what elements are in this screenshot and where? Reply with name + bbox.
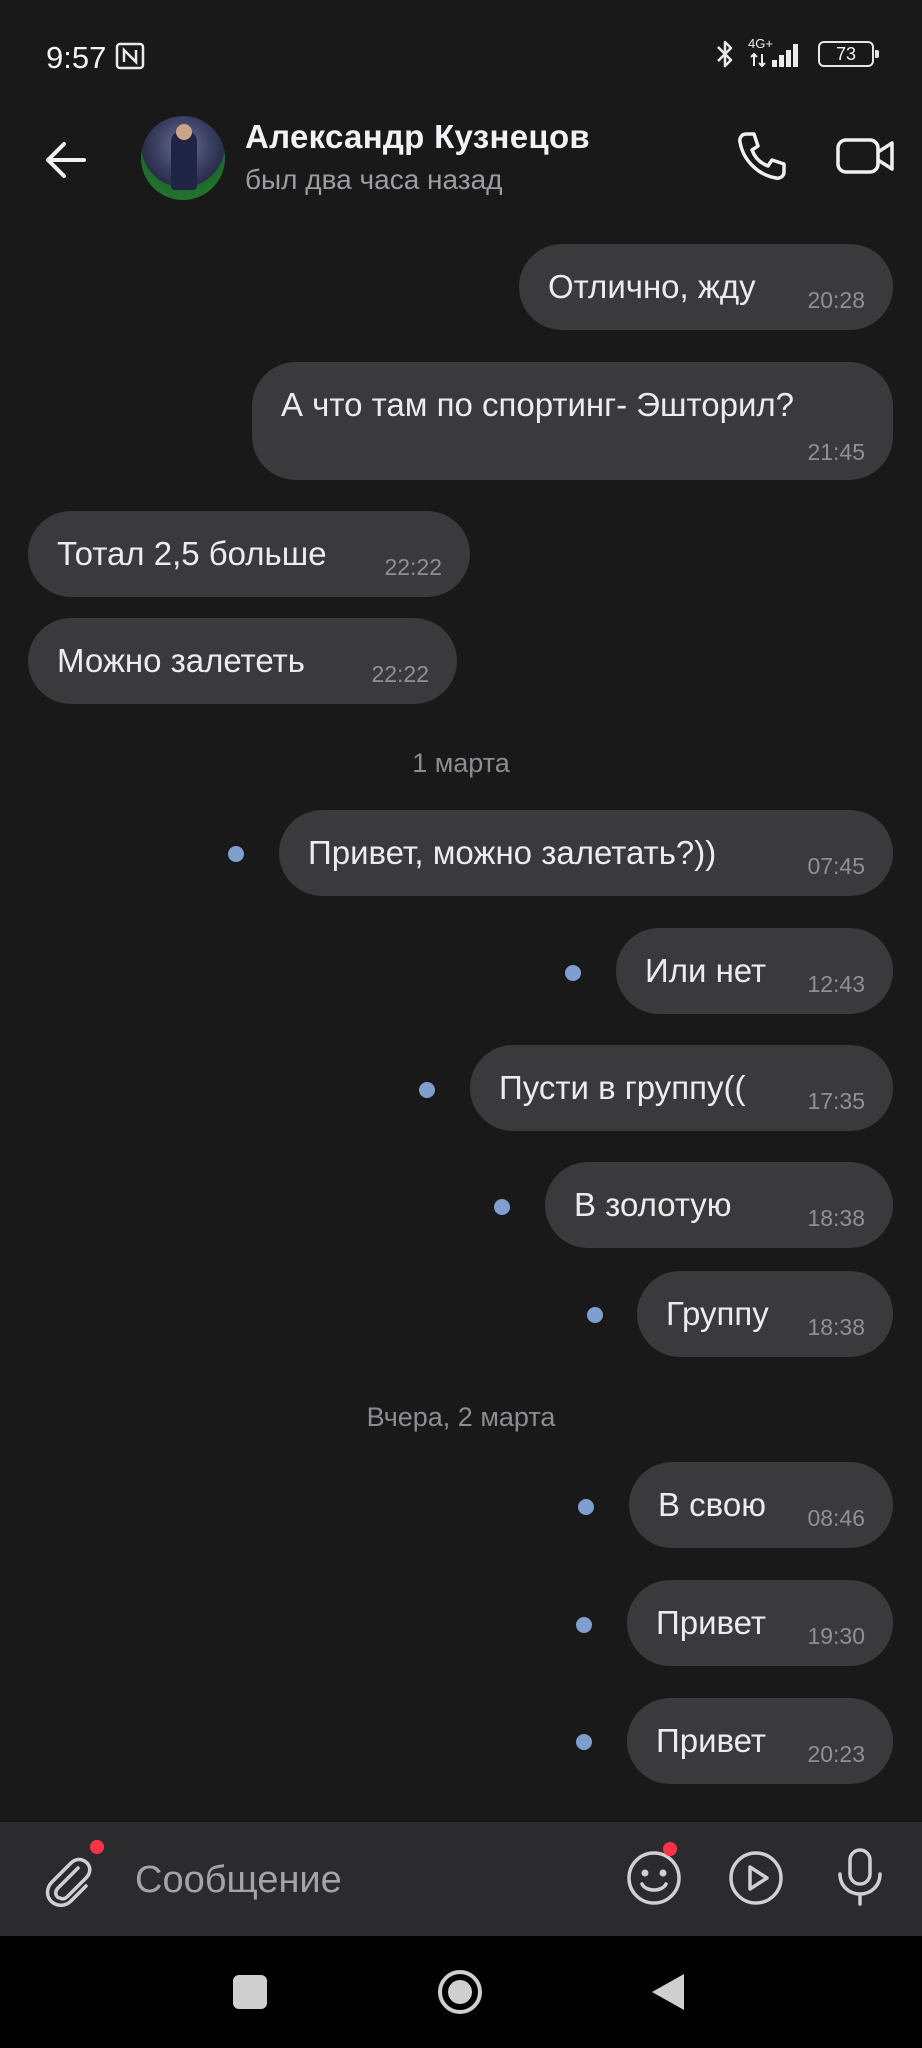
paperclip-icon[interactable]	[38, 1850, 100, 1912]
message-bubble[interactable]: В золотую 18:38	[545, 1162, 893, 1248]
message-text: Можно залететь	[57, 642, 305, 679]
message-bubble[interactable]: А что там по спортинг- Эшторил? 21:45	[252, 362, 893, 480]
contact-name[interactable]: Александр Кузнецов	[245, 118, 590, 156]
attach-badge	[90, 1840, 104, 1854]
message-text: А что там по спортинг- Эшторил?	[281, 386, 794, 423]
contact-last-seen: был два часа назад	[245, 164, 503, 195]
message-time: 17:35	[807, 1088, 865, 1114]
message-text: Группу	[666, 1295, 769, 1332]
play-icon[interactable]	[726, 1848, 786, 1908]
nav-home-icon[interactable]	[436, 1968, 484, 2016]
message-time: 12:43	[807, 971, 865, 997]
message-text: Отлично, жду	[548, 268, 756, 305]
message-time: 18:38	[807, 1205, 865, 1231]
message-text: Привет	[656, 1604, 767, 1641]
message-time: 22:22	[371, 661, 429, 687]
nav-recents-icon[interactable]	[232, 1974, 268, 2010]
bluetooth-icon	[717, 40, 733, 68]
message-bubble[interactable]: Можно залететь 22:22	[28, 618, 457, 704]
message-text: Привет	[656, 1722, 767, 1759]
unread-indicator	[587, 1307, 603, 1323]
nfc-icon	[115, 42, 145, 70]
date-separator: Вчера, 2 марта	[366, 1402, 556, 1432]
phone-icon[interactable]	[732, 126, 792, 186]
message-text: В свою	[658, 1486, 766, 1523]
avatar[interactable]	[141, 116, 225, 200]
date-separator: 1 марта	[412, 748, 510, 778]
battery-icon: 73	[818, 41, 879, 67]
unread-indicator	[565, 965, 581, 981]
emoji-icon[interactable]	[624, 1848, 684, 1908]
nav-back-icon[interactable]	[650, 1972, 686, 2012]
message-bubble[interactable]: Привет 19:30	[627, 1580, 893, 1666]
message-time: 18:38	[807, 1314, 865, 1340]
status-time: 9:57	[46, 40, 107, 75]
message-time: 20:28	[807, 287, 865, 313]
message-input[interactable]	[135, 1852, 605, 1908]
message-bubble[interactable]: Отлично, жду 20:28	[519, 244, 893, 330]
message-time: 07:45	[807, 853, 865, 879]
signal-icon: 4G+	[748, 36, 806, 70]
message-list[interactable]: Отлично, жду 20:28 А что там по спортинг…	[0, 228, 922, 1822]
message-time: 20:23	[807, 1741, 865, 1767]
message-time: 19:30	[807, 1623, 865, 1649]
message-time: 21:45	[807, 439, 865, 465]
battery-level: 73	[835, 43, 857, 64]
system-nav-bar	[0, 1936, 922, 2048]
message-bubble[interactable]: Привет 20:23	[627, 1698, 893, 1784]
message-composer	[0, 1822, 922, 1936]
message-text: Или нет	[645, 952, 767, 989]
back-arrow-icon[interactable]	[38, 132, 94, 188]
message-text: Тотал 2,5 больше	[57, 535, 327, 572]
message-bubble[interactable]: В свою 08:46	[629, 1462, 893, 1548]
unread-indicator	[578, 1499, 594, 1515]
unread-indicator	[576, 1734, 592, 1750]
microphone-icon[interactable]	[832, 1846, 888, 1908]
message-bubble[interactable]: Тотал 2,5 больше 22:22	[28, 511, 470, 597]
chat-header: Александр Кузнецов был два часа назад	[0, 110, 922, 228]
unread-indicator	[494, 1199, 510, 1215]
unread-indicator	[419, 1082, 435, 1098]
message-time: 22:22	[384, 554, 442, 580]
message-time: 08:46	[807, 1505, 865, 1531]
message-bubble[interactable]: Или нет 12:43	[616, 928, 893, 1014]
message-text: Пусти в группу((	[499, 1069, 746, 1106]
status-indicators: 4G+ 73	[714, 36, 879, 70]
unread-indicator	[228, 846, 244, 862]
status-bar: 9:57 4G+ 73	[0, 0, 922, 110]
unread-indicator	[576, 1617, 592, 1633]
emoji-badge	[663, 1842, 677, 1856]
message-bubble[interactable]: Группу 18:38	[637, 1271, 893, 1357]
video-camera-icon[interactable]	[834, 128, 898, 184]
message-text: В золотую	[574, 1186, 732, 1223]
message-bubble[interactable]: Пусти в группу(( 17:35	[470, 1045, 893, 1131]
message-bubble[interactable]: Привет, можно залетать?)) 07:45	[279, 810, 893, 896]
message-text: Привет, можно залетать?))	[308, 834, 717, 871]
